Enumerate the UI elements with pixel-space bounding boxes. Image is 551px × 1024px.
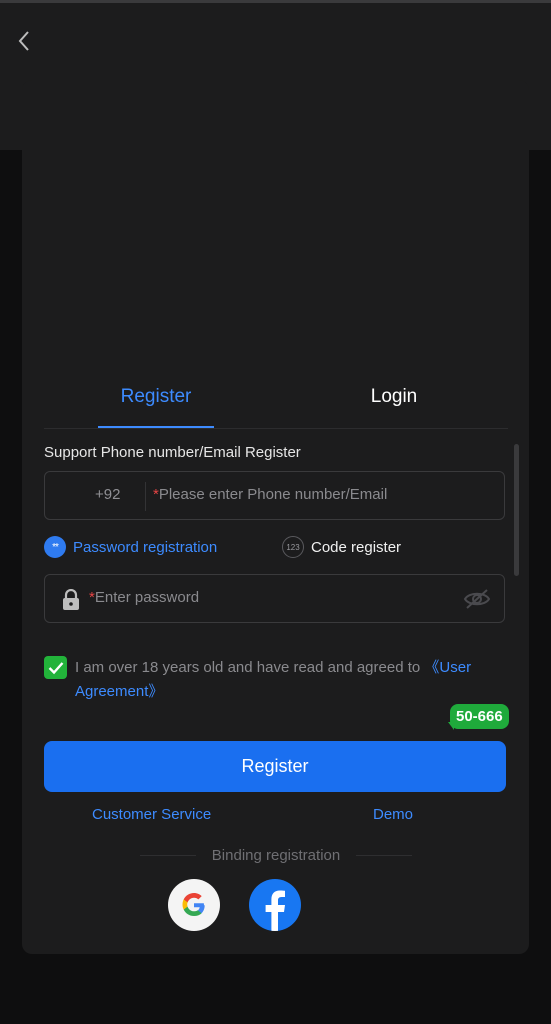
tab-register[interactable]: Register <box>98 386 214 408</box>
agreement-text: I am over 18 years old and have read and… <box>75 656 515 704</box>
eye-off-icon[interactable] <box>463 588 491 615</box>
code-register-label: Code register <box>311 538 402 556</box>
country-code[interactable]: +92 <box>95 486 120 503</box>
agree-checkbox[interactable] <box>44 656 67 679</box>
back-arrow-icon <box>18 31 29 51</box>
binding-registration-label: Binding registration <box>211 846 341 864</box>
facebook-login-button[interactable] <box>249 879 301 931</box>
agreement-statement: I am over 18 years old and have read and… <box>75 659 425 676</box>
binding-divider: Binding registration <box>140 845 413 865</box>
password-placeholder: Enter password <box>94 589 200 606</box>
register-button[interactable]: Register <box>44 741 506 792</box>
google-login-button[interactable] <box>168 879 220 931</box>
tab-divider <box>44 428 508 429</box>
support-label: Support Phone number/Email Register <box>44 444 301 461</box>
divider-line-left <box>140 854 196 856</box>
password-registration-label: Password registration <box>73 538 218 556</box>
version-bubble[interactable]: 50-666 <box>450 704 509 729</box>
lock-icon <box>62 588 80 616</box>
facebook-icon <box>265 890 285 931</box>
code-mode-icon: 123 <box>282 536 304 558</box>
password-mode-icon: ** <box>44 536 66 558</box>
country-code-divider <box>145 482 146 511</box>
password-field[interactable]: *Enter password <box>44 574 505 623</box>
check-icon <box>48 661 63 674</box>
demo-link[interactable]: Demo <box>373 806 413 823</box>
form-scrollbar[interactable] <box>514 444 519 576</box>
phone-email-field[interactable]: +92 *Please enter Phone number/Email <box>44 471 505 520</box>
customer-service-link[interactable]: Customer Service <box>92 806 211 823</box>
divider-line-right <box>356 854 413 856</box>
password-registration-option[interactable]: ** Password registration <box>44 536 217 558</box>
back-button[interactable] <box>12 27 36 55</box>
password-input[interactable]: *Enter password <box>89 589 199 606</box>
phone-placeholder: Please enter Phone number/Email <box>158 486 388 503</box>
tab-login[interactable]: Login <box>336 386 452 408</box>
google-icon <box>182 893 205 916</box>
code-register-option[interactable]: 123 Code register <box>282 536 401 558</box>
phone-email-input[interactable]: *Please enter Phone number/Email <box>153 486 387 503</box>
